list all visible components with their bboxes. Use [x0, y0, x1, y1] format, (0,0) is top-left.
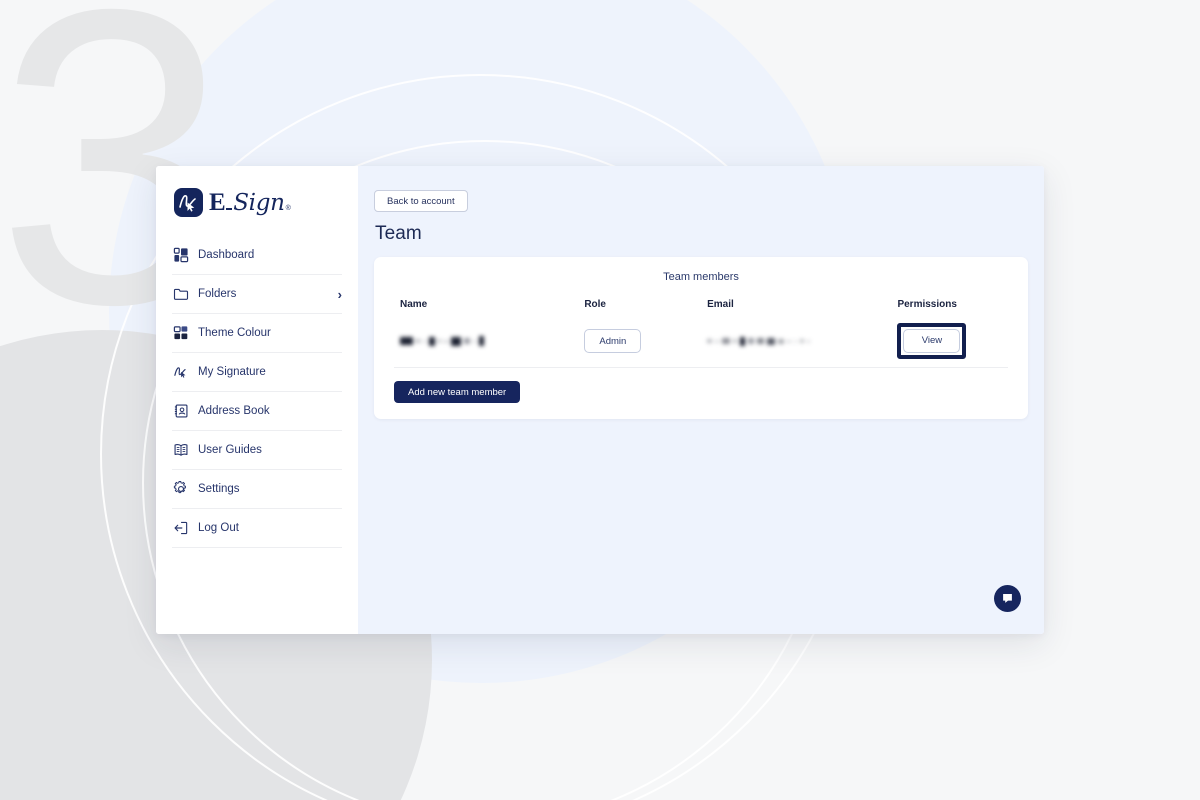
address-book-icon [172, 403, 189, 420]
sidebar-item-label: Address Book [198, 405, 270, 417]
sidebar-nav: Dashboard Folders › Theme Colour My Sign… [172, 235, 342, 548]
sidebar-item-label: Folders [198, 288, 237, 300]
back-to-account-button[interactable]: Back to account [374, 190, 468, 212]
cell-role: Admin [584, 323, 708, 368]
table-header-row: Name Role Email Permissions [394, 299, 1008, 323]
sidebar-item-label: Settings [198, 483, 240, 495]
permissions-highlight-ring: View [897, 323, 967, 359]
redacted-name-value [400, 336, 584, 346]
signature-icon [172, 364, 189, 381]
sidebar-item-label: Theme Colour [198, 327, 271, 339]
sidebar-item-label: User Guides [198, 444, 262, 456]
team-members-card: Team members Name Role Email Permissions [374, 257, 1028, 419]
table-row: Admin View [394, 323, 1008, 368]
role-badge[interactable]: Admin [584, 329, 642, 353]
brand-logo[interactable]: E Sign ® [172, 166, 342, 235]
team-members-table: Name Role Email Permissions Admin View [394, 299, 1008, 368]
redacted-email-value [707, 336, 897, 346]
sidebar-item-settings[interactable]: Settings [172, 469, 342, 508]
app-window: E Sign ® Dashboard Folders › Theme Colou… [156, 166, 1044, 634]
esign-signature-logo-icon [174, 188, 203, 217]
sidebar-item-label: Log Out [198, 522, 239, 534]
cell-permissions: View [897, 323, 1008, 368]
sidebar-divider [172, 547, 342, 548]
open-book-icon [172, 442, 189, 459]
sidebar-item-label: Dashboard [198, 248, 255, 261]
brand-wordmark: E Sign ® [209, 190, 291, 215]
sidebar-item-user-guides[interactable]: User Guides [172, 430, 342, 469]
brand-trademark: ® [285, 205, 291, 212]
brand-name-second: Sign [233, 190, 285, 216]
sidebar-item-log-out[interactable]: Log Out [172, 508, 342, 547]
sidebar-item-my-signature[interactable]: My Signature [172, 352, 342, 391]
chat-bubble-icon [1003, 593, 1012, 603]
view-permissions-button[interactable]: View [903, 329, 961, 353]
sidebar-item-address-book[interactable]: Address Book [172, 391, 342, 430]
sidebar-item-theme-colour[interactable]: Theme Colour [172, 313, 342, 352]
column-header-email: Email [707, 299, 734, 310]
column-header-permissions: Permissions [897, 299, 957, 310]
page-title: Team [375, 223, 422, 244]
column-header-role: Role [584, 299, 606, 310]
column-header-name: Name [400, 299, 428, 310]
cell-email [707, 323, 898, 368]
brand-name-dash [226, 208, 233, 210]
sidebar-item-label: My Signature [198, 366, 266, 378]
folder-icon [172, 286, 189, 303]
logout-icon [172, 520, 189, 537]
card-title: Team members [663, 271, 739, 283]
sidebar-item-folders[interactable]: Folders › [172, 274, 342, 313]
gear-icon [172, 481, 189, 498]
sidebar: E Sign ® Dashboard Folders › Theme Colou… [156, 166, 358, 634]
main-content: Back to account Team Team members Name R… [358, 166, 1044, 634]
brand-name-first: E [209, 189, 226, 216]
chat-support-button[interactable] [994, 585, 1021, 612]
theme-colour-icon [172, 325, 189, 342]
chevron-right-icon[interactable]: › [338, 288, 342, 301]
dashboard-grid-icon [172, 246, 189, 263]
sidebar-item-dashboard[interactable]: Dashboard [172, 235, 342, 274]
cell-name [394, 323, 585, 368]
add-new-team-member-button[interactable]: Add new team member [394, 381, 521, 403]
